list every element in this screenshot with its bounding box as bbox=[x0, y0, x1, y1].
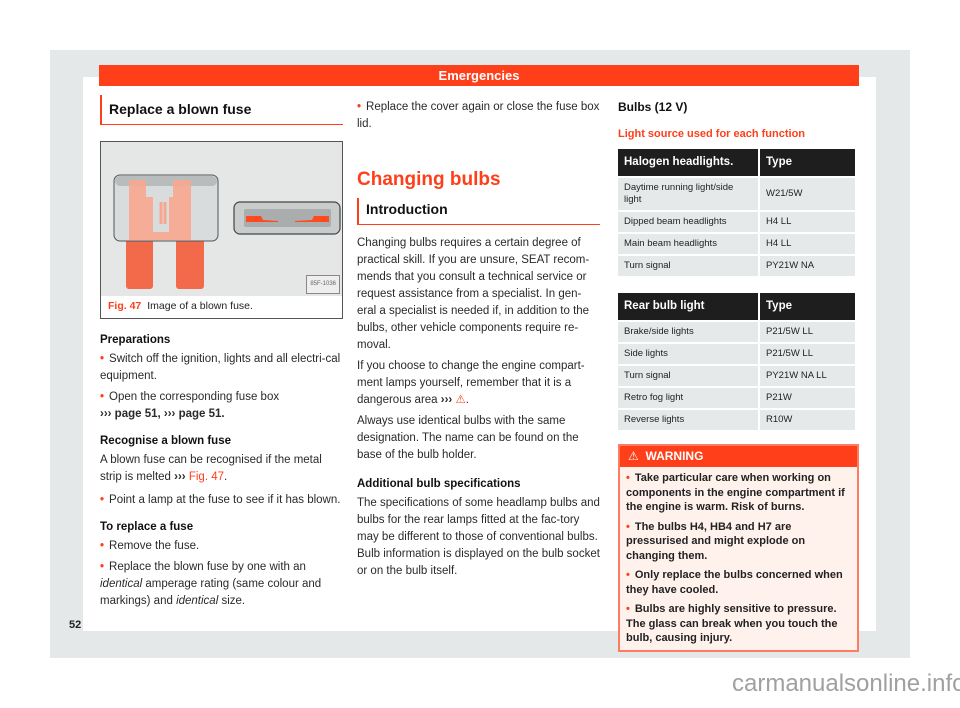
table-header-row: Halogen headlights. Type bbox=[618, 149, 855, 176]
emphasis: identical bbox=[100, 578, 143, 590]
table-cell: Side lights bbox=[618, 344, 758, 364]
recognise-text: A blown fuse can be recognised if the me… bbox=[100, 454, 322, 483]
warning-item: Take particular care when working on com… bbox=[626, 471, 851, 515]
warning-triangle-icon: ⚠ bbox=[628, 449, 639, 463]
heading-recognise: Recognise a blown fuse bbox=[100, 435, 231, 447]
table-cell: Turn signal bbox=[618, 366, 758, 386]
figure-caption-text: Image of a blown fuse. bbox=[147, 300, 253, 312]
table-cell: Brake/side lights bbox=[618, 322, 758, 342]
table-row: Turn signal PY21W NA bbox=[618, 256, 855, 276]
bulbs-title: Bulbs (12 V) bbox=[618, 100, 688, 114]
figure-blown-fuse: 85F-1036 bbox=[100, 141, 343, 296]
bullet-replace-fuse: Replace the blown fuse by one with an id… bbox=[100, 559, 343, 610]
column-header: Halogen headlights. bbox=[618, 149, 758, 176]
blown-fuse-illustration bbox=[101, 142, 342, 296]
heading-additional-specs: Additional bulb specifications bbox=[357, 478, 521, 490]
left-column: Replace a blown fuse 85F-1036 Fig. 47 Ima… bbox=[100, 95, 343, 614]
text: If you choose to change the engine compa… bbox=[357, 360, 585, 406]
bullet-switch-off: Switch off the ignition, lights and all … bbox=[100, 351, 343, 385]
bullet-replace-cover: Replace the cover again or close the fus… bbox=[357, 99, 600, 133]
table-cell: P21/5W LL bbox=[760, 344, 855, 364]
intro-paragraph-4: The specifications of some headlamp bulb… bbox=[357, 497, 600, 577]
table-cell: P21/5W LL bbox=[760, 322, 855, 342]
emphasis: identical bbox=[176, 595, 219, 607]
xref-arrow: ››› bbox=[440, 394, 453, 406]
xref-fig-47[interactable]: Fig. 47 bbox=[189, 471, 224, 483]
intro-paragraph-1: Changing bulbs requires a certain degree… bbox=[357, 237, 590, 351]
figure-code: 85F-1036 bbox=[306, 275, 340, 294]
table-row: Retro fog light P21W bbox=[618, 388, 855, 408]
table-cell: Reverse lights bbox=[618, 410, 758, 430]
table-cell: R10W bbox=[760, 410, 855, 430]
chapter-title-changing-bulbs: Changing bulbs bbox=[357, 169, 501, 190]
table-cell: Retro fog light bbox=[618, 388, 758, 408]
warning-label: WARNING bbox=[645, 449, 704, 463]
warning-item: Only replace the bulbs concerned when th… bbox=[626, 568, 851, 597]
column-header: Type bbox=[760, 149, 855, 176]
page-number: 52 bbox=[69, 619, 82, 631]
watermark: carmanualsonline.info bbox=[732, 670, 960, 697]
section-title-introduction: Introduction bbox=[357, 198, 600, 225]
heading-preparations: Preparations bbox=[100, 334, 171, 346]
intro-paragraph-3: Always use identical bulbs with the same… bbox=[357, 415, 579, 461]
table-header-row: Rear bulb light Type bbox=[618, 293, 855, 320]
table-cell: PY21W NA bbox=[760, 256, 855, 276]
table-cell: Turn signal bbox=[618, 256, 758, 276]
table-cell: H4 LL bbox=[760, 234, 855, 254]
table-row: Daytime running light/side light W21/5W bbox=[618, 178, 855, 210]
table-title: Light source used for each function bbox=[618, 128, 806, 140]
xref-page-51[interactable]: ››› page 51, ››› page 51. bbox=[100, 406, 343, 423]
table-row: Dipped beam headlights H4 LL bbox=[618, 212, 855, 232]
table-cell: W21/5W bbox=[760, 178, 855, 210]
column-header: Type bbox=[760, 293, 855, 320]
warning-box: ⚠ WARNING Take particular care when work… bbox=[618, 444, 859, 652]
right-column: Bulbs (12 V) Light source used for each … bbox=[618, 95, 859, 652]
intro-paragraph-2: If you choose to change the engine compa… bbox=[357, 360, 585, 406]
middle-column: Replace the cover again or close the fus… bbox=[357, 95, 600, 584]
table-cell: P21W bbox=[760, 388, 855, 408]
section-title-replace-fuse: Replace a blown fuse bbox=[100, 95, 343, 125]
bullet-remove-fuse: Remove the fuse. bbox=[100, 538, 343, 555]
table-cell: Main beam headlights bbox=[618, 234, 758, 254]
table-cell: H4 LL bbox=[760, 212, 855, 232]
warning-header: ⚠ WARNING bbox=[620, 446, 857, 467]
heading-to-replace: To replace a fuse bbox=[100, 521, 194, 533]
table-row: Side lights P21/5W LL bbox=[618, 344, 855, 364]
text: Replace the blown fuse by one with an bbox=[109, 561, 306, 573]
table-cell: Dipped beam headlights bbox=[618, 212, 758, 232]
table-row: Turn signal PY21W NA LL bbox=[618, 366, 855, 386]
column-header: Rear bulb light bbox=[618, 293, 758, 320]
warning-item: The bulbs H4, HB4 and H7 are pressurised… bbox=[626, 520, 851, 564]
warning-body: Take particular care when working on com… bbox=[620, 467, 857, 650]
table-row: Reverse lights R10W bbox=[618, 410, 855, 430]
table-cell: Daytime running light/side light bbox=[618, 178, 758, 210]
text: size. bbox=[218, 595, 246, 607]
rear-bulb-table: Rear bulb light Type Brake/side lights P2… bbox=[616, 291, 857, 432]
section-header-bar: Emergencies bbox=[99, 65, 859, 86]
table-row: Main beam headlights H4 LL bbox=[618, 234, 855, 254]
bullet-open-fuse-box: Open the corresponding fuse box bbox=[100, 389, 343, 406]
xref-arrow: ››› bbox=[174, 471, 186, 483]
figure-label: Fig. 47 bbox=[108, 300, 142, 312]
bullet-point-lamp: Point a lamp at the fuse to see if it ha… bbox=[100, 492, 343, 509]
warning-item: Bulbs are highly sensitive to pressure. … bbox=[626, 602, 851, 646]
warning-triangle-icon[interactable]: ⚠ bbox=[455, 394, 465, 406]
table-cell: PY21W NA LL bbox=[760, 366, 855, 386]
table-row: Brake/side lights P21/5W LL bbox=[618, 322, 855, 342]
figure-caption: Fig. 47 Image of a blown fuse. bbox=[100, 296, 343, 319]
halogen-headlights-table: Halogen headlights. Type Daytime running… bbox=[616, 147, 857, 278]
